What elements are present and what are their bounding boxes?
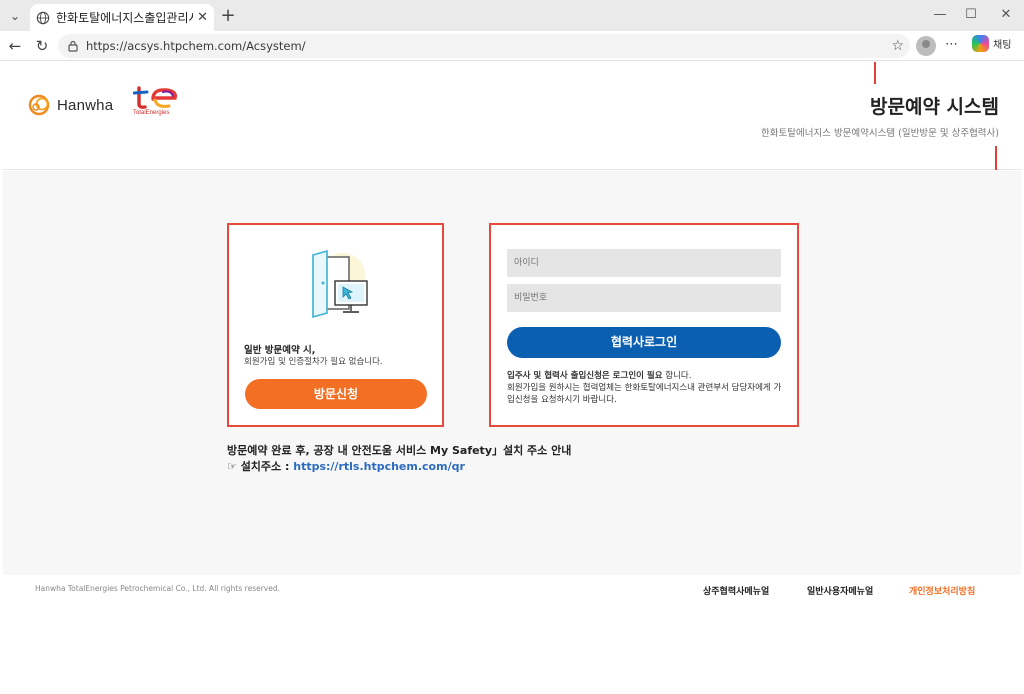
close-window-icon[interactable]: ✕ bbox=[996, 7, 1016, 22]
hanwha-logo[interactable]: Hanwha bbox=[27, 92, 113, 118]
visit-info-text: 회원가입 및 인증절차가 필요 없습니다. bbox=[244, 357, 383, 367]
password-input[interactable] bbox=[507, 284, 781, 312]
privacy-policy-link[interactable]: 개인정보처리방침 bbox=[909, 584, 975, 597]
partner-login-button[interactable]: 협력사로그인 bbox=[507, 327, 781, 358]
tab-bar: ⌄ 한화토탈에너지스출입관리시스템 ✕ + — ☐ ✕ bbox=[0, 0, 1024, 31]
visit-card: 일반 방문예약 시, 회원가입 및 인증절차가 필요 없습니다. 방문신청 bbox=[227, 223, 444, 427]
tab-close-icon[interactable]: ✕ bbox=[197, 10, 208, 25]
web-page: Hanwha TotalEnergies 방문예약 시스템 한화토탈에너지스 방… bbox=[3, 62, 1021, 692]
install-url-link[interactable]: https://rtls.htpchem.com/qr bbox=[293, 460, 465, 473]
totalenergies-caption: TotalEnergies bbox=[133, 110, 170, 116]
favorite-star-icon[interactable]: ☆ bbox=[891, 38, 904, 54]
address-toolbar: ← ↻ https://acsys.htpchem.com/Acsystem/ … bbox=[0, 31, 1024, 61]
totalenergies-logo[interactable]: TotalEnergies bbox=[132, 86, 183, 122]
visit-info-title: 일반 방문예약 시, bbox=[244, 345, 316, 356]
copyright-text: Hanwha TotalEnergies Petrochemical Co., … bbox=[35, 584, 280, 593]
decorative-red-line bbox=[995, 146, 997, 170]
login-notice-bold: 입주사 및 협력사 출입신청은 로그인이 필요 bbox=[507, 371, 663, 381]
more-menu-icon[interactable]: ⋯ bbox=[945, 37, 958, 52]
copilot-icon bbox=[972, 35, 989, 52]
site-header: Hanwha TotalEnergies 방문예약 시스템 한화토탈에너지스 방… bbox=[3, 62, 1021, 170]
copilot-label: 채팅 bbox=[993, 40, 1012, 51]
totalenergies-mark-icon bbox=[132, 86, 177, 109]
profile-avatar[interactable] bbox=[916, 36, 936, 56]
login-notice: 입주사 및 협력사 출입신청은 로그인이 필요 합니다. 회원가입을 원하시는 … bbox=[507, 370, 787, 406]
page-subtitle: 한화토탈에너지스 방문예약시스템 (일반방문 및 상주협력사) bbox=[761, 128, 999, 139]
decorative-red-line bbox=[874, 62, 876, 84]
login-notice-suffix: 합니다. bbox=[662, 371, 692, 381]
address-bar[interactable]: https://acsys.htpchem.com/Acsystem/ ☆ bbox=[58, 34, 910, 58]
new-tab-icon[interactable]: + bbox=[218, 6, 238, 26]
resident-partner-manual-link[interactable]: 상주협력사메뉴얼 bbox=[703, 584, 769, 597]
globe-icon bbox=[36, 11, 50, 24]
install-address: ☞ 설치주소 : https://rtls.htpchem.com/qr bbox=[227, 458, 465, 474]
door-monitor-icon bbox=[312, 249, 368, 319]
back-icon[interactable]: ← bbox=[5, 36, 25, 56]
main-content: 일반 방문예약 시, 회원가입 및 인증절차가 필요 없습니다. 방문신청 협력… bbox=[3, 171, 1021, 575]
hanwha-mark-icon bbox=[28, 94, 50, 116]
hanwha-wordmark: Hanwha bbox=[57, 96, 114, 114]
tab-title: 한화토탈에너지스출입관리시스템 bbox=[56, 11, 193, 25]
login-card: 협력사로그인 입주사 및 협력사 출입신청은 로그인이 필요 합니다. 회원가입… bbox=[489, 223, 799, 427]
site-info-icon[interactable] bbox=[66, 39, 80, 53]
general-user-manual-link[interactable]: 일반사용자메뉴얼 bbox=[807, 584, 873, 597]
url-text: https://acsys.htpchem.com/Acsystem/ bbox=[86, 39, 306, 53]
copilot-button[interactable]: 채팅 bbox=[972, 35, 1011, 52]
maximize-icon[interactable]: ☐ bbox=[961, 7, 981, 22]
login-notice-detail: 회원가입을 원하시는 협력업체는 한화토탈에너지스내 관련부서 담당자에게 가입… bbox=[507, 383, 782, 405]
install-label: ☞ 설치주소 : bbox=[227, 460, 294, 473]
id-input[interactable] bbox=[507, 249, 781, 277]
visit-request-button[interactable]: 방문신청 bbox=[245, 379, 427, 409]
browser-tab[interactable]: 한화토탈에너지스출입관리시스템 ✕ bbox=[30, 4, 214, 31]
safety-app-notice: 방문예약 완료 후, 공장 내 안전도움 서비스 My Safety」설치 주소… bbox=[227, 444, 572, 457]
page-title: 방문예약 시스템 bbox=[870, 96, 999, 118]
site-footer: Hanwha TotalEnergies Petrochemical Co., … bbox=[3, 575, 1021, 692]
browser-window: ⌄ 한화토탈에너지스출입관리시스템 ✕ + — ☐ ✕ ← ↻ https://… bbox=[0, 0, 1024, 694]
minimize-icon[interactable]: — bbox=[930, 7, 950, 22]
refresh-icon[interactable]: ↻ bbox=[32, 36, 52, 56]
tab-list-chevron-icon[interactable]: ⌄ bbox=[4, 5, 26, 27]
